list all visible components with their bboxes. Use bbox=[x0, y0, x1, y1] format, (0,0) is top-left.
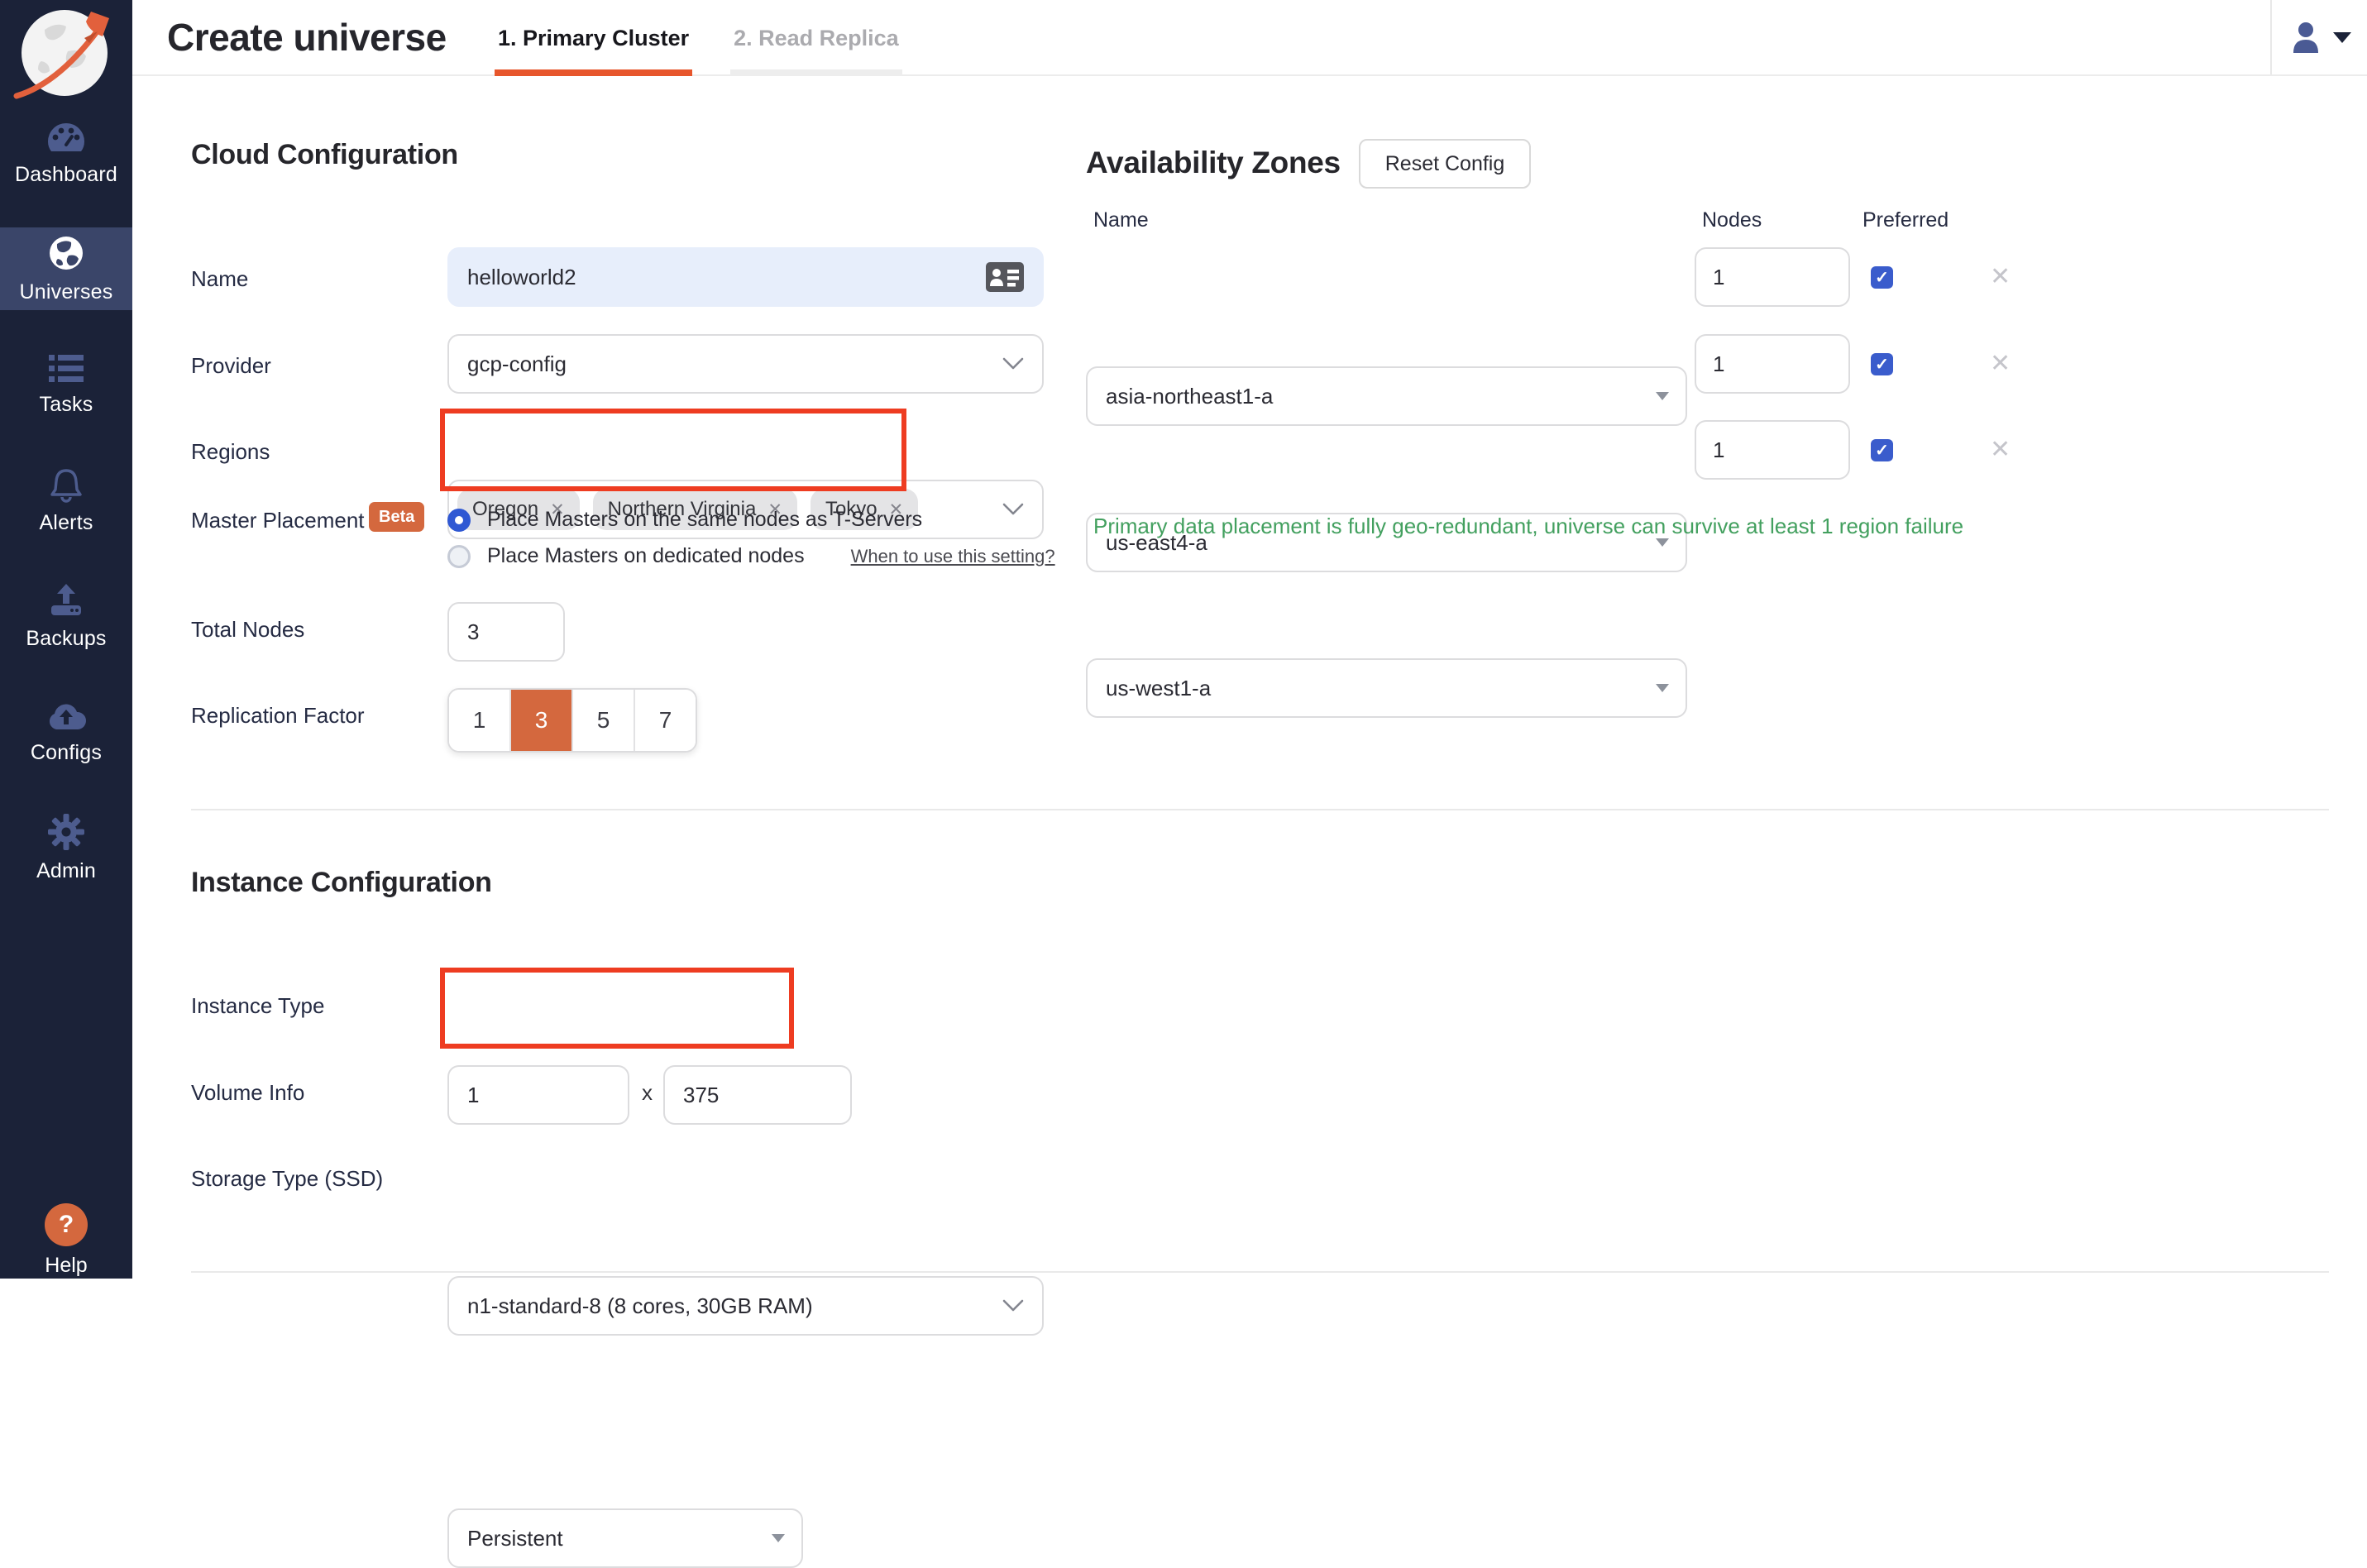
when-to-use-setting-link[interactable]: When to use this setting? bbox=[851, 546, 1055, 567]
bell-icon bbox=[48, 466, 84, 503]
globe-icon bbox=[47, 234, 85, 272]
gear-icon bbox=[47, 813, 85, 851]
replication-factor-selector: 1 3 5 7 bbox=[447, 688, 697, 753]
radio-unselected-icon[interactable] bbox=[447, 545, 471, 568]
provider-label: Provider bbox=[191, 353, 271, 379]
sidebar-item-label: Universes bbox=[20, 280, 113, 304]
regions-annotation-box bbox=[440, 409, 906, 491]
sidebar-item-alerts[interactable]: Alerts bbox=[0, 459, 132, 542]
caret-down-icon bbox=[1656, 538, 1669, 547]
az-preferred-checkbox[interactable]: ✓ bbox=[1871, 353, 1893, 375]
tab-primary-cluster[interactable]: 1. Primary Cluster bbox=[495, 0, 692, 76]
user-menu[interactable] bbox=[2270, 0, 2367, 74]
rf-option-1[interactable]: 1 bbox=[449, 690, 511, 751]
volume-size-input[interactable]: 375 bbox=[663, 1065, 852, 1125]
sidebar-item-dashboard[interactable]: Dashboard bbox=[0, 112, 132, 194]
sidebar-item-label: Alerts bbox=[39, 511, 93, 535]
az-nodes-input[interactable]: 1 bbox=[1695, 420, 1850, 480]
instance-type-annotation-box bbox=[440, 968, 794, 1049]
universe-name-input[interactable]: helloworld2 bbox=[447, 247, 1044, 307]
rf-option-7[interactable]: 7 bbox=[635, 690, 696, 751]
sidebar-item-universes[interactable]: Universes bbox=[0, 227, 132, 310]
az-remove-row-icon[interactable]: ✕ bbox=[1990, 265, 2011, 289]
cloud-upload-icon bbox=[45, 700, 88, 733]
sidebar-item-help[interactable]: ? Help bbox=[0, 1203, 132, 1278]
radio-selected-icon[interactable] bbox=[447, 509, 471, 532]
total-nodes-label: Total Nodes bbox=[191, 617, 304, 643]
storage-type-label: Storage Type (SSD) bbox=[191, 1166, 383, 1192]
chevron-down-icon bbox=[1002, 1299, 1024, 1312]
check-icon: ✓ bbox=[1875, 440, 1889, 461]
gauge-icon bbox=[45, 120, 88, 155]
storage-type-select[interactable]: Persistent bbox=[447, 1508, 803, 1568]
az-column-name: Name bbox=[1093, 208, 1149, 232]
autofill-contact-icon bbox=[986, 262, 1024, 292]
az-zone-select[interactable]: asia-northeast1-a bbox=[1086, 366, 1687, 426]
chevron-down-icon bbox=[1002, 503, 1024, 516]
wizard-tabs: 1. Primary Cluster 2. Read Replica bbox=[495, 0, 902, 76]
caret-down-icon bbox=[1656, 684, 1669, 692]
geo-redundancy-status: Primary data placement is fully geo-redu… bbox=[1093, 514, 1963, 539]
sidebar: Dashboard Universes Tasks bbox=[0, 0, 132, 1279]
reset-config-button[interactable]: Reset Config bbox=[1359, 139, 1531, 189]
az-remove-row-icon[interactable]: ✕ bbox=[1990, 351, 2011, 376]
az-zone-select[interactable]: us-west1-a bbox=[1086, 658, 1687, 718]
rf-option-5[interactable]: 5 bbox=[573, 690, 635, 751]
availability-zones-heading: Availability Zones bbox=[1086, 146, 1341, 180]
az-column-nodes: Nodes bbox=[1702, 208, 1762, 232]
task-list-icon bbox=[47, 353, 85, 385]
sidebar-nav: Dashboard Universes Tasks bbox=[0, 112, 132, 922]
volume-multiplier: x bbox=[642, 1080, 653, 1106]
master-placement-option-dedicated[interactable]: Place Masters on dedicated nodes When to… bbox=[447, 544, 1055, 568]
sidebar-item-label: Admin bbox=[36, 859, 96, 883]
sidebar-item-label: Dashboard bbox=[15, 163, 117, 187]
az-preferred-checkbox[interactable]: ✓ bbox=[1871, 266, 1893, 289]
cloud-config-heading: Cloud Configuration bbox=[191, 139, 458, 171]
regions-label: Regions bbox=[191, 439, 270, 465]
instance-type-select[interactable]: n1-standard-8 (8 cores, 30GB RAM) bbox=[447, 1276, 1044, 1336]
backup-upload-icon bbox=[46, 582, 86, 619]
master-placement-option-same[interactable]: Place Masters on the same nodes as T-Ser… bbox=[447, 508, 922, 532]
sidebar-item-label: Tasks bbox=[40, 393, 93, 417]
sidebar-item-configs[interactable]: Configs bbox=[0, 691, 132, 773]
master-placement-label: Master Placement bbox=[191, 508, 365, 533]
help-icon: ? bbox=[45, 1203, 88, 1246]
check-icon: ✓ bbox=[1875, 267, 1889, 288]
help-label: Help bbox=[45, 1254, 87, 1278]
instance-config-heading: Instance Configuration bbox=[191, 867, 492, 899]
page-title: Create universe bbox=[167, 15, 447, 60]
rf-option-3-selected[interactable]: 3 bbox=[511, 690, 573, 751]
provider-select[interactable]: gcp-config bbox=[447, 334, 1044, 394]
caret-down-icon bbox=[772, 1534, 785, 1542]
az-preferred-checkbox[interactable]: ✓ bbox=[1871, 439, 1893, 461]
sidebar-item-label: Backups bbox=[26, 627, 106, 651]
az-remove-row-icon[interactable]: ✕ bbox=[1990, 437, 2011, 462]
az-nodes-input[interactable]: 1 bbox=[1695, 247, 1850, 307]
instance-type-label: Instance Type bbox=[191, 993, 324, 1019]
az-nodes-input[interactable]: 1 bbox=[1695, 334, 1850, 394]
beta-badge: Beta bbox=[369, 502, 424, 532]
name-label: Name bbox=[191, 266, 248, 292]
az-column-preferred: Preferred bbox=[1863, 208, 1949, 232]
bottom-divider bbox=[191, 1271, 2329, 1273]
section-divider bbox=[191, 809, 2329, 810]
volume-info-label: Volume Info bbox=[191, 1080, 304, 1106]
sidebar-item-label: Configs bbox=[31, 741, 102, 765]
volume-count-input[interactable]: 1 bbox=[447, 1065, 629, 1125]
tab-read-replica[interactable]: 2. Read Replica bbox=[730, 0, 902, 76]
top-header bbox=[132, 0, 2367, 76]
user-icon bbox=[2288, 20, 2323, 55]
sidebar-item-backups[interactable]: Backups bbox=[0, 575, 132, 657]
chevron-down-icon bbox=[1002, 357, 1024, 370]
caret-down-icon bbox=[1656, 392, 1669, 400]
total-nodes-input[interactable]: 3 bbox=[447, 602, 565, 662]
inactive-tab-underline bbox=[730, 69, 902, 76]
check-icon: ✓ bbox=[1875, 354, 1889, 375]
sidebar-item-admin[interactable]: Admin bbox=[0, 806, 132, 889]
replication-factor-label: Replication Factor bbox=[191, 703, 365, 729]
chevron-down-icon bbox=[2333, 32, 2351, 43]
sidebar-item-tasks[interactable]: Tasks bbox=[0, 343, 132, 426]
active-tab-underline bbox=[495, 69, 692, 76]
yugabyte-logo bbox=[12, 3, 121, 99]
